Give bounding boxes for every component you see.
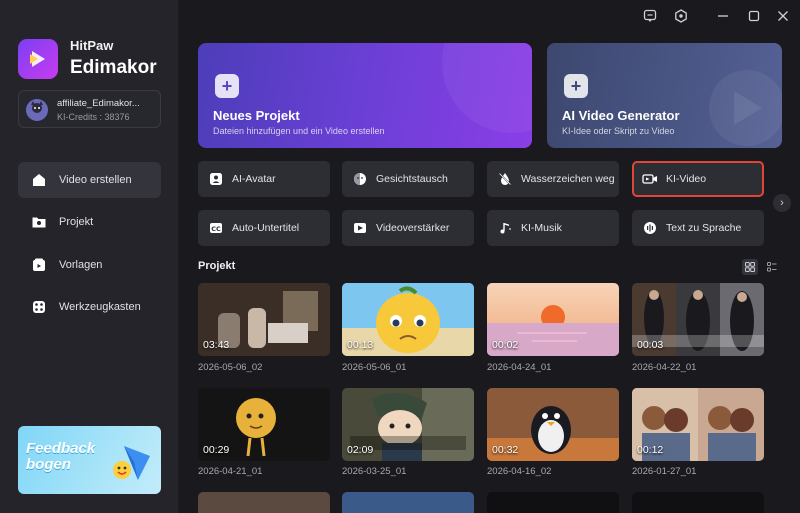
account-card[interactable]: affiliate_Edimakor... KI-Credits : 38376 [18,90,161,128]
tool-label: Gesichtstausch [376,173,448,185]
feedback-text: Feedback bogen [26,441,95,473]
app-logo [18,39,58,79]
feedback-line2: bogen [26,456,71,473]
project-thumbnail[interactable]: 00:29 [198,388,330,461]
list-view-icon[interactable] [764,259,780,275]
tool-wasserzeichen-weg[interactable]: Wasserzeichen weg [487,161,619,197]
project-thumbnail[interactable] [487,492,619,513]
minimize-icon[interactable] [713,6,733,26]
settings-icon[interactable] [671,6,691,26]
close-icon[interactable] [773,6,793,26]
project-name: 2026-03-25_01 [342,466,407,477]
template-icon [31,257,47,273]
svg-text:CC: CC [211,225,221,233]
project-name: 2026-05-06_01 [342,362,407,373]
tool-label: KI-Video [666,173,707,185]
account-name: affiliate_Edimakor... [57,98,140,109]
ai-video-subtitle: KI-Idee oder Skript zu Video [562,126,675,136]
project-thumbnail[interactable]: 03:43 [198,283,330,356]
duration-badge: 00:12 [637,444,664,456]
duration-badge: 00:03 [637,339,664,351]
tool-text-zu-sprache[interactable]: Text zu Sprache [632,210,764,246]
folder-icon [31,214,47,230]
ai-video-generator-card[interactable]: + AI Video Generator KI-Idee oder Skript… [547,43,782,148]
card-decoration [442,43,532,133]
project-thumbnail[interactable]: 02:09 [342,388,474,461]
nav-label: Projekt [59,216,94,228]
project-thumbnail[interactable] [342,492,474,513]
nav-label: Video erstellen [59,174,132,186]
nav-video-erstellen[interactable]: Video erstellen [18,162,161,198]
nav-projekt[interactable]: Projekt [18,204,161,240]
tool-label: KI-Musik [521,222,562,234]
duration-badge: 00:02 [492,339,519,351]
maximize-icon[interactable] [744,6,764,26]
new-project-title: Neues Projekt [213,108,300,123]
sidebar: HitPaw Edimakor affiliate_Edimakor... KI… [0,0,178,513]
nav-vorlagen[interactable]: Vorlagen [18,247,161,283]
feedback-line1: Feedback [26,440,96,457]
product-name: Edimakor [70,57,157,78]
project-thumbnail[interactable] [632,492,764,513]
tool-label: AI-Avatar [232,173,276,185]
nav-label: Werkzeugkasten [59,301,141,313]
project-thumbnail[interactable]: 00:02 [487,283,619,356]
play-decoration-icon [709,70,782,146]
project-name: 2026-04-22_01 [632,362,697,373]
project-thumbnail[interactable]: 00:12 [632,388,764,461]
brand-name: HitPaw [70,38,114,53]
project-name: 2026-01-27_01 [632,466,697,477]
projects-heading: Projekt [198,260,236,272]
music-icon [497,220,513,236]
tool-auto-untertitel[interactable]: CC Auto-Untertitel [198,210,330,246]
nav-werkzeugkasten[interactable]: Werkzeugkasten [18,289,161,325]
project-thumbnail[interactable]: 00:13 [342,283,474,356]
project-thumbnail[interactable]: 00:03 [632,283,764,356]
tool-ki-musik[interactable]: KI-Musik [487,210,619,246]
new-project-card[interactable]: + Neues Projekt Dateien hinzufügen und e… [198,43,532,148]
tool-label: Auto-Untertitel [232,222,300,234]
credits-count: KI-Credits : 38376 [57,112,130,122]
tool-label: Text zu Sprache [666,222,742,234]
tool-label: Videoverstärker [376,222,450,234]
grid-view-icon[interactable] [742,259,758,275]
avatar [26,99,48,121]
project-name: 2026-04-21_01 [198,466,263,477]
nav-label: Vorlagen [59,259,103,271]
chevron-right-icon[interactable]: › [773,194,791,212]
add-icon: + [564,74,588,98]
duration-badge: 00:13 [347,339,374,351]
project-name: 2026-05-06_02 [198,362,263,373]
tool-ki-video[interactable]: KI-Video [632,161,764,197]
tool-ai-avatar[interactable]: AI-Avatar [198,161,330,197]
tool-label: Wasserzeichen weg [521,173,615,185]
feedback-banner[interactable]: Feedback bogen [18,426,161,494]
project-name: 2026-04-16_02 [487,466,552,477]
home-icon [31,172,47,188]
project-name: 2026-04-24_01 [487,362,552,373]
duration-badge: 03:43 [203,339,230,351]
watermark-remove-icon [497,171,513,187]
toolbox-icon [31,299,47,315]
subtitle-icon: CC [208,220,224,236]
tool-videoverstaerker[interactable]: Videoverstärker [342,210,474,246]
add-icon: + [215,74,239,98]
face-swap-icon [352,171,368,187]
chat-icon[interactable] [640,6,660,26]
duration-badge: 02:09 [347,444,374,456]
duration-badge: 00:29 [203,444,230,456]
ai-video-title: AI Video Generator [562,108,680,123]
project-thumbnail[interactable]: 00:32 [487,388,619,461]
duration-badge: 00:32 [492,444,519,456]
tool-gesichtstausch[interactable]: Gesichtstausch [342,161,474,197]
video-enhancer-icon [352,220,368,236]
new-project-subtitle: Dateien hinzufügen und ein Video erstell… [213,126,385,136]
ai-video-icon [642,171,658,187]
text-to-speech-icon [642,220,658,236]
project-thumbnail[interactable] [198,492,330,513]
feedback-icon [113,446,150,480]
avatar-icon [208,171,224,187]
